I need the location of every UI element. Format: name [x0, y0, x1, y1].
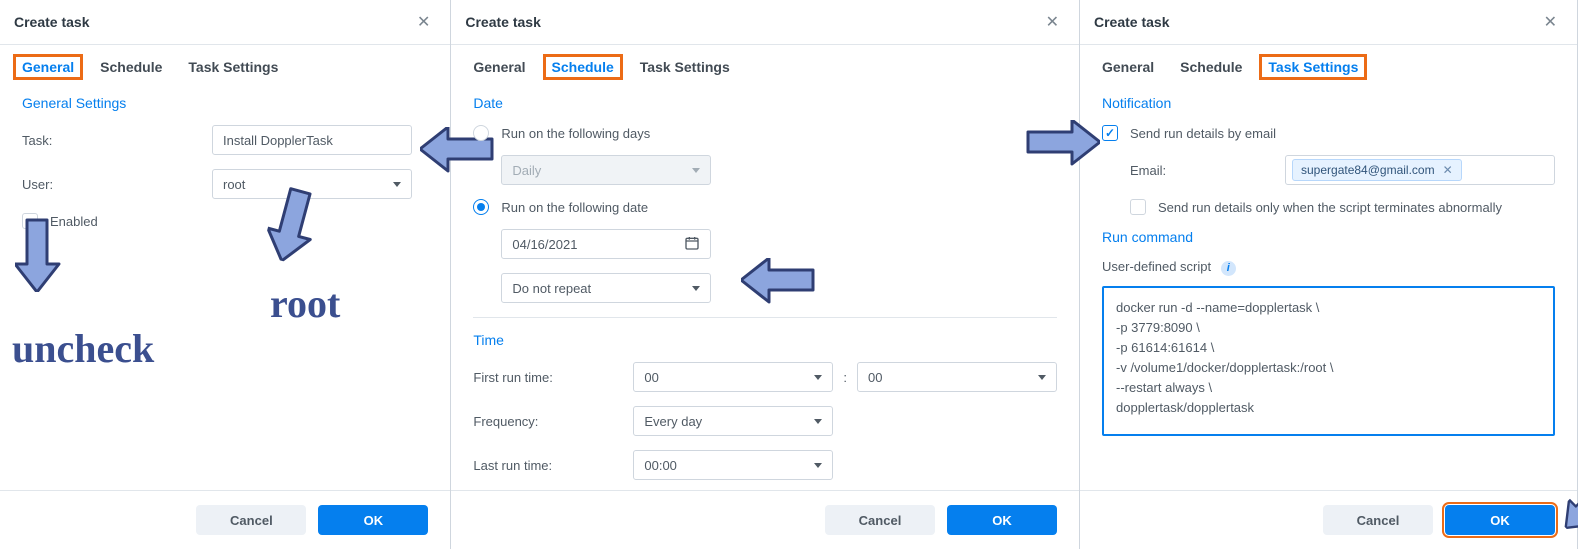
ok-button[interactable]: OK	[947, 505, 1057, 535]
cancel-button[interactable]: Cancel	[825, 505, 935, 535]
dialog-title: Create task	[14, 14, 90, 30]
enabled-label: Enabled	[50, 214, 98, 229]
task-input[interactable]: Install DopplerTask	[212, 125, 412, 155]
script-textarea[interactable]: docker run -d --name=dopplertask \ -p 37…	[1102, 286, 1555, 436]
task-label: Task:	[22, 133, 212, 148]
user-select[interactable]: root	[212, 169, 412, 199]
script-label-row: User-defined script i	[1102, 259, 1555, 276]
tab-general[interactable]: General	[1102, 59, 1154, 75]
cancel-button[interactable]: Cancel	[1323, 505, 1433, 535]
section-date: Date	[473, 95, 1057, 111]
row-enabled: Enabled	[22, 213, 428, 229]
tabs: General Schedule Task Settings	[1080, 45, 1577, 89]
row-task: Task: Install DopplerTask	[22, 125, 428, 155]
time-colon: :	[843, 370, 847, 385]
email-chip: supergate84@gmail.com ✕	[1292, 159, 1462, 181]
tab-schedule[interactable]: Schedule	[543, 54, 623, 80]
tab-task-settings[interactable]: Task Settings	[1259, 54, 1367, 80]
script-label: User-defined script	[1102, 259, 1211, 274]
row-email: Email: supergate84@gmail.com ✕	[1130, 155, 1555, 185]
row-frequency: Frequency: Every day	[473, 406, 1057, 436]
chevron-down-icon	[692, 168, 700, 173]
cancel-button[interactable]: Cancel	[196, 505, 306, 535]
frequency-select[interactable]: Every day	[633, 406, 833, 436]
last-run-select[interactable]: 00:00	[633, 450, 833, 480]
footer: Cancel OK	[0, 490, 450, 549]
chevron-down-icon	[1038, 375, 1046, 380]
chevron-down-icon	[814, 463, 822, 468]
ok-button[interactable]: OK	[318, 505, 428, 535]
dialog-title: Create task	[465, 14, 541, 30]
row-user: User: root	[22, 169, 428, 199]
chevron-down-icon	[814, 375, 822, 380]
row-run-date: Run on the following date	[473, 199, 1057, 215]
tab-task-settings[interactable]: Task Settings	[640, 59, 730, 75]
email-input[interactable]: supergate84@gmail.com ✕	[1285, 155, 1555, 185]
row-run-days: Run on the following days	[473, 125, 1057, 141]
section-notification: Notification	[1102, 95, 1555, 111]
tab-schedule[interactable]: Schedule	[1180, 59, 1242, 75]
send-email-checkbox[interactable]	[1102, 125, 1118, 141]
tab-schedule[interactable]: Schedule	[100, 59, 162, 75]
tab-general[interactable]: General	[13, 54, 83, 80]
daily-select: Daily	[501, 155, 711, 185]
date-input[interactable]: 04/16/2021	[501, 229, 711, 259]
enabled-checkbox[interactable]	[22, 213, 38, 229]
content: General Settings Task: Install DopplerTa…	[0, 89, 450, 490]
content: Date Run on the following days Daily Run…	[451, 89, 1079, 490]
info-icon[interactable]: i	[1221, 261, 1236, 276]
run-date-radio[interactable]	[473, 199, 489, 215]
chevron-down-icon	[814, 419, 822, 424]
last-run-label: Last run time:	[473, 458, 633, 473]
panel-general: Create task ✕ General Schedule Task Sett…	[0, 0, 451, 549]
close-icon[interactable]: ✕	[1040, 10, 1065, 34]
titlebar: Create task ✕	[451, 0, 1079, 40]
calendar-icon	[684, 235, 700, 254]
first-run-min-select[interactable]: 00	[857, 362, 1057, 392]
ok-button[interactable]: OK	[1445, 505, 1555, 535]
abnormal-label: Send run details only when the script te…	[1158, 200, 1502, 215]
tabs: General Schedule Task Settings	[0, 45, 450, 89]
tab-general[interactable]: General	[473, 59, 525, 75]
section-time: Time	[473, 332, 1057, 348]
user-label: User:	[22, 177, 212, 192]
row-last-run: Last run time: 00:00	[473, 450, 1057, 480]
first-run-hour-select[interactable]: 00	[633, 362, 833, 392]
run-date-label: Run on the following date	[501, 200, 648, 215]
first-run-label: First run time:	[473, 370, 633, 385]
run-days-radio[interactable]	[473, 125, 489, 141]
abnormal-checkbox[interactable]	[1130, 199, 1146, 215]
frequency-label: Frequency:	[473, 414, 633, 429]
send-email-label: Send run details by email	[1130, 126, 1276, 141]
tab-task-settings[interactable]: Task Settings	[188, 59, 278, 75]
chevron-down-icon	[393, 182, 401, 187]
section-general-settings: General Settings	[22, 95, 428, 111]
close-icon[interactable]: ✕	[411, 10, 436, 34]
panel-task-settings: Create task ✕ General Schedule Task Sett…	[1080, 0, 1578, 549]
repeat-select[interactable]: Do not repeat	[501, 273, 711, 303]
row-first-run: First run time: 00 : 00	[473, 362, 1057, 392]
titlebar: Create task ✕	[1080, 0, 1577, 40]
close-icon[interactable]: ✕	[1538, 10, 1563, 34]
row-send-email: Send run details by email	[1102, 125, 1555, 141]
chevron-down-icon	[692, 286, 700, 291]
footer: Cancel OK	[451, 490, 1079, 549]
row-repeat: Do not repeat	[501, 273, 1057, 303]
content: Notification Send run details by email E…	[1080, 89, 1577, 490]
run-days-label: Run on the following days	[501, 126, 650, 141]
titlebar: Create task ✕	[0, 0, 450, 40]
panel-schedule: Create task ✕ General Schedule Task Sett…	[451, 0, 1080, 549]
section-run-command: Run command	[1102, 229, 1555, 245]
row-daily: Daily	[501, 155, 1057, 185]
row-abnormal: Send run details only when the script te…	[1130, 199, 1555, 215]
dialog-title: Create task	[1094, 14, 1170, 30]
row-datepicker: 04/16/2021	[501, 229, 1057, 259]
email-label: Email:	[1130, 163, 1285, 178]
footer: Cancel OK	[1080, 490, 1577, 549]
tabs: General Schedule Task Settings	[451, 45, 1079, 89]
remove-email-icon[interactable]: ✕	[1443, 163, 1453, 177]
